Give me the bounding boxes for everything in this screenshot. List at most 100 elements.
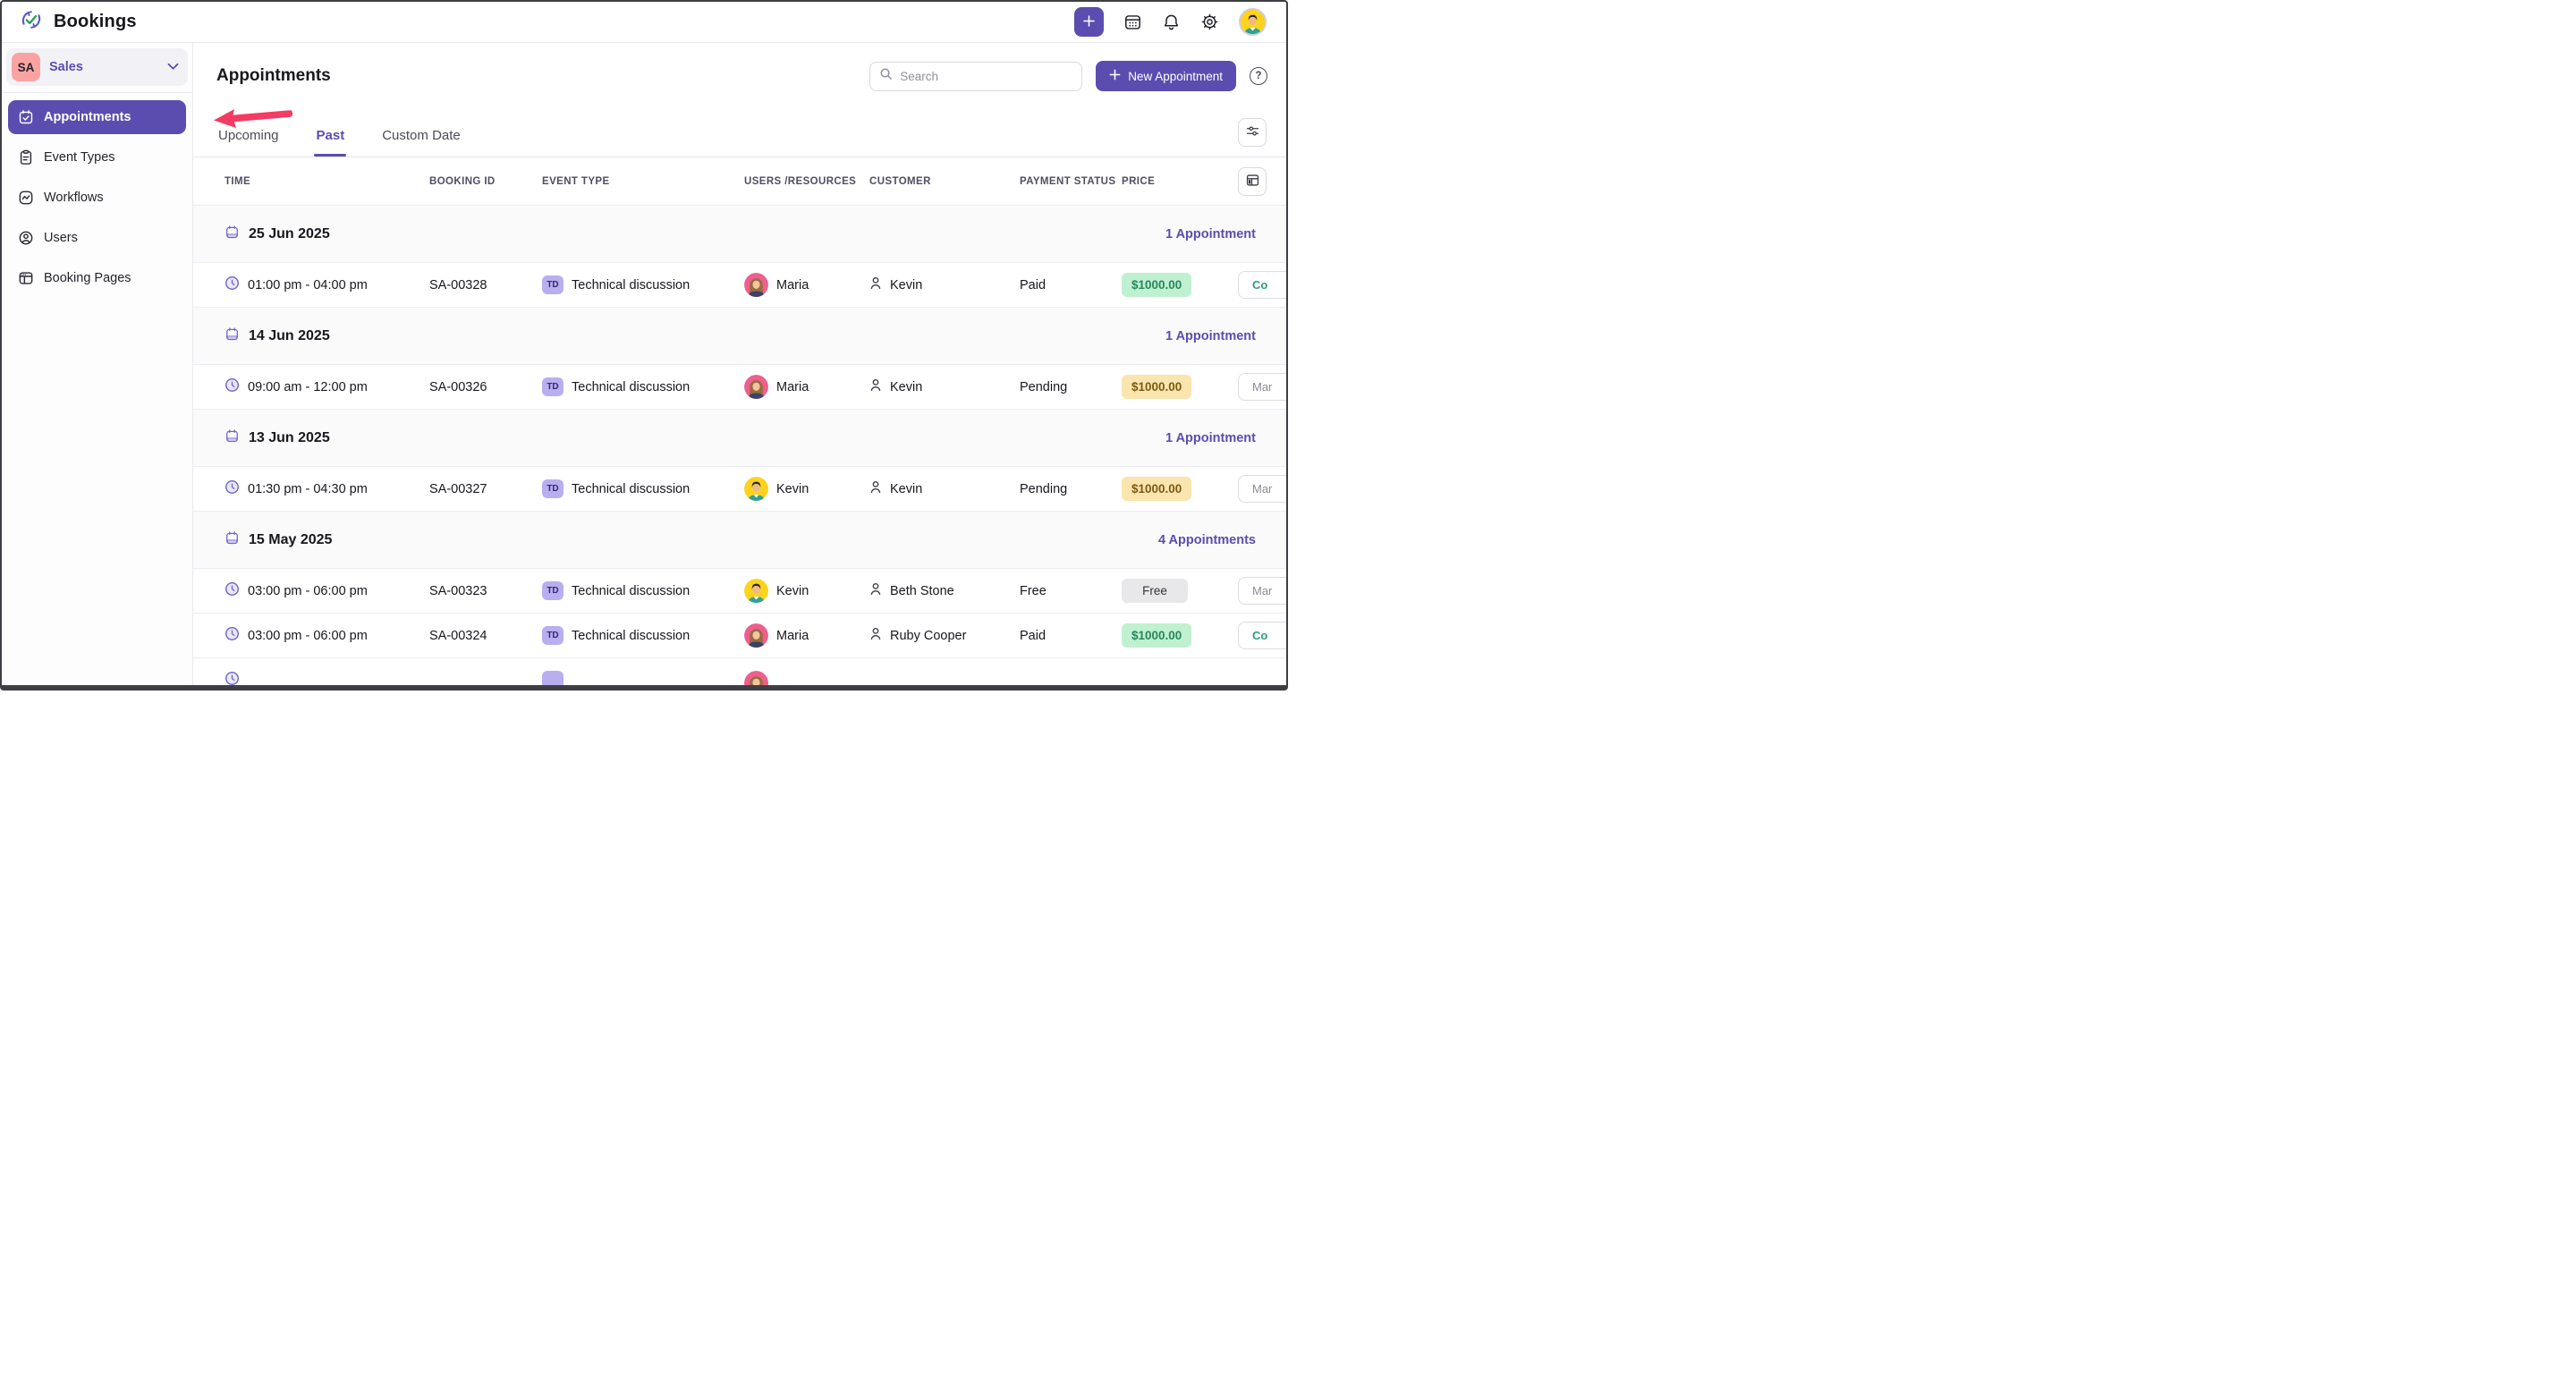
time-cell: 09:00 am - 12:00 pm xyxy=(225,377,429,396)
event-type-name: Technical discussion xyxy=(572,481,691,496)
workspace-selector[interactable]: SA Sales xyxy=(6,48,188,86)
tab-label: Upcoming xyxy=(218,128,279,143)
event-type-cell: TD Technical discussion xyxy=(542,275,744,294)
event-type-cell: TD Technical discussion xyxy=(542,626,744,645)
sidebar-item-booking-pages[interactable]: Booking Pages xyxy=(8,261,186,295)
row-action-button[interactable]: Co xyxy=(1238,622,1286,649)
bookings-logo-icon xyxy=(18,6,45,38)
tabs-row: Upcoming Past Custom Date xyxy=(193,109,1286,157)
clock-icon xyxy=(225,479,240,498)
sidebar-item-label: Workflows xyxy=(44,191,104,205)
sliders-icon xyxy=(1245,123,1260,141)
manage-columns-button[interactable] xyxy=(1238,167,1267,196)
payment-status-cell: Paid xyxy=(1020,278,1122,292)
time-cell: 03:00 pm - 06:00 pm xyxy=(225,581,429,600)
row-action-button[interactable]: Mar xyxy=(1238,373,1286,401)
customer-cell: Beth Stone xyxy=(869,582,1020,599)
group-date-wrap: 14 Jun 2025 xyxy=(225,326,330,346)
clock-icon xyxy=(225,581,240,600)
group-date-wrap: 25 Jun 2025 xyxy=(225,225,330,244)
price-cell: $1000.00 xyxy=(1122,623,1238,648)
table-row[interactable]: 01:00 pm - 04:00 pm SA-00328 TD Technica… xyxy=(193,263,1286,308)
action-cell: Mar xyxy=(1238,373,1286,401)
tab-label: Past xyxy=(316,128,345,143)
active-tab-underline xyxy=(314,154,347,157)
app-title: Bookings xyxy=(54,12,137,31)
time-cell: 01:30 pm - 04:30 pm xyxy=(225,479,429,498)
customer-name: Kevin xyxy=(890,481,923,496)
gear-icon[interactable] xyxy=(1200,13,1219,31)
clock-icon xyxy=(225,671,240,685)
new-appointment-button[interactable]: New Appointment xyxy=(1096,61,1236,91)
main-panel: Appointments New Ap xyxy=(193,43,1286,685)
price-pill: Free xyxy=(1122,579,1188,603)
profile-avatar[interactable] xyxy=(1239,8,1267,36)
price-cell: $1000.00 xyxy=(1122,477,1238,501)
avatar-maria xyxy=(744,671,768,685)
sidebar-divider xyxy=(2,92,192,93)
new-appointment-label: New Appointment xyxy=(1128,69,1223,83)
page-title: Appointments xyxy=(216,66,331,85)
event-type-badge: TD xyxy=(542,479,564,498)
tab-upcoming[interactable]: Upcoming xyxy=(216,115,281,156)
table-row[interactable]: 01:30 pm - 04:30 pm SA-00327 TD Technica… xyxy=(193,467,1286,512)
event-type-badge: TD xyxy=(542,626,564,645)
action-cell: Mar xyxy=(1238,475,1286,503)
user-name: Maria xyxy=(776,379,809,394)
time-cell: 03:00 pm - 06:00 pm xyxy=(225,626,429,645)
time-range: 01:00 pm - 04:00 pm xyxy=(248,277,368,292)
clipboard-icon xyxy=(18,149,34,165)
event-type-name: Technical discussion xyxy=(572,277,691,292)
bell-icon[interactable] xyxy=(1162,13,1181,31)
tab-past[interactable]: Past xyxy=(314,115,347,157)
table-row-partial[interactable] xyxy=(193,658,1286,685)
customer-name: Beth Stone xyxy=(890,583,954,598)
header-actions: New Appointment ? xyxy=(869,61,1267,91)
table-row[interactable]: 03:00 pm - 06:00 pm SA-00323 TD Technica… xyxy=(193,569,1286,614)
payment-status-cell: Paid xyxy=(1020,629,1122,643)
sidebar: SA Sales Appointments Event Types Workfl… xyxy=(2,43,193,685)
time-cell: 01:00 pm - 04:00 pm xyxy=(225,275,429,294)
sidebar-item-label: Booking Pages xyxy=(44,271,131,285)
tab-custom-date[interactable]: Custom Date xyxy=(380,115,462,156)
time-range: 09:00 am - 12:00 pm xyxy=(248,379,368,394)
booking-id: SA-00328 xyxy=(429,277,487,292)
filter-button[interactable] xyxy=(1238,118,1267,147)
search-icon xyxy=(879,67,893,85)
price-pill: $1000.00 xyxy=(1122,477,1192,501)
add-button[interactable] xyxy=(1074,7,1104,37)
date-group-header: 25 Jun 2025 1 Appointment xyxy=(193,206,1286,263)
group-date: 13 Jun 2025 xyxy=(249,429,330,445)
sidebar-item-users[interactable]: Users xyxy=(8,221,186,255)
booking-id-cell: SA-00323 xyxy=(429,584,542,598)
sidebar-item-workflows[interactable]: Workflows xyxy=(8,181,186,215)
row-action-button[interactable]: Co xyxy=(1238,271,1286,299)
topbar-actions xyxy=(1074,7,1267,37)
sidebar-item-event-types[interactable]: Event Types xyxy=(8,140,186,174)
users-cell: Kevin xyxy=(744,579,869,603)
event-type-badge: TD xyxy=(542,377,564,396)
booking-id-cell xyxy=(429,658,542,671)
event-type-name: Technical discussion xyxy=(572,583,691,598)
chevron-down-icon xyxy=(167,59,179,75)
price-cell: Free xyxy=(1122,579,1238,603)
calendar-check-icon xyxy=(18,109,34,125)
row-action-button[interactable]: Mar xyxy=(1238,475,1286,503)
search-input[interactable] xyxy=(900,69,1073,83)
person-icon xyxy=(869,276,882,293)
time-range: 03:00 pm - 06:00 pm xyxy=(248,628,368,643)
appointments-table-body: 25 Jun 2025 1 Appointment 01:00 pm - 04:… xyxy=(193,206,1286,658)
table-row[interactable]: 09:00 am - 12:00 pm SA-00326 TD Technica… xyxy=(193,365,1286,410)
action-cell: Mar xyxy=(1238,577,1286,605)
payment-status: Pending xyxy=(1020,379,1068,394)
column-header-event-type: EVENT TYPE xyxy=(542,175,610,187)
calendar-icon[interactable] xyxy=(1123,13,1142,31)
sidebar-item-appointments[interactable]: Appointments xyxy=(8,100,186,134)
time-range: 01:30 pm - 04:30 pm xyxy=(248,481,368,496)
user-name: Kevin xyxy=(776,481,809,496)
row-action-button[interactable]: Mar xyxy=(1238,577,1286,605)
person-icon xyxy=(869,582,882,599)
workspace-badge: SA xyxy=(12,53,40,81)
table-row[interactable]: 03:00 pm - 06:00 pm SA-00324 TD Technica… xyxy=(193,614,1286,658)
help-icon[interactable]: ? xyxy=(1250,67,1267,85)
